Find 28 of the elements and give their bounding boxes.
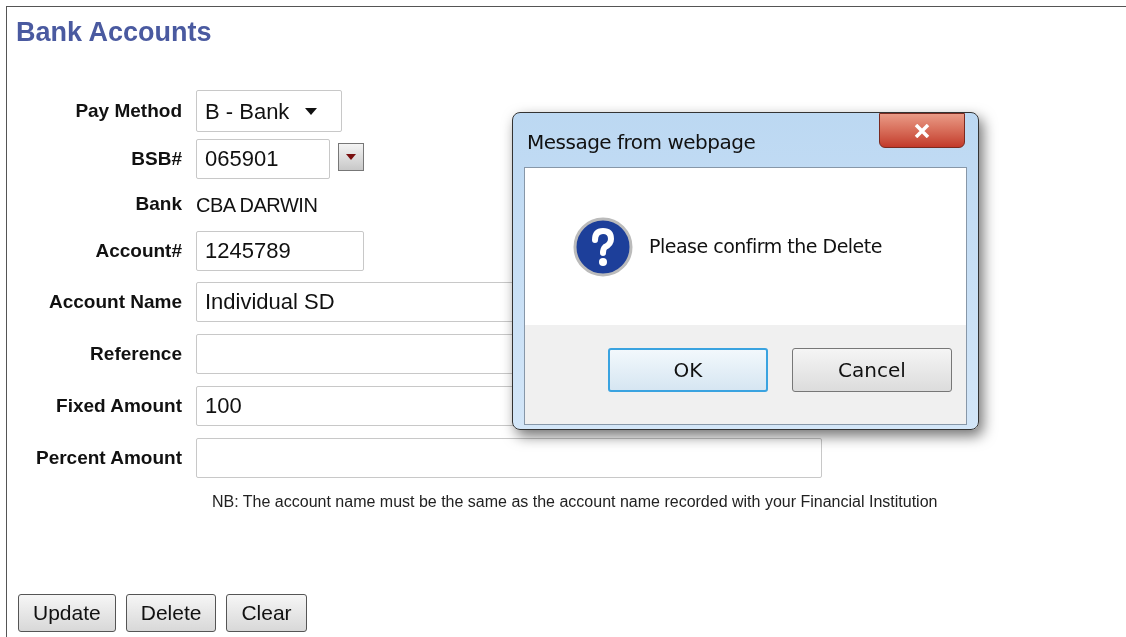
close-button[interactable]	[879, 113, 965, 148]
bank-name-text: CBA DARWIN	[196, 192, 318, 218]
page-title: Bank Accounts	[16, 16, 213, 49]
question-icon	[573, 216, 633, 277]
field-label: Reference	[89, 341, 183, 366]
bsb-field[interactable]: 065901	[196, 139, 330, 179]
caret-icon	[346, 154, 356, 160]
dialog-button[interactable]: Cancel	[792, 348, 952, 392]
form-button[interactable]: Delete	[125, 594, 217, 632]
dialog-title: Message from webpage	[527, 129, 756, 156]
field-label: Pay Method	[74, 98, 183, 123]
close-icon	[914, 123, 930, 138]
pay-method-dropdown[interactable]: B - Bank	[196, 90, 342, 132]
caret-icon	[305, 107, 318, 115]
dialog-button[interactable]: OK	[608, 348, 768, 392]
field-label: Account#	[94, 238, 183, 263]
field-label: Bank	[134, 192, 183, 217]
field-label: Account Name	[47, 289, 183, 314]
field-label: BSB#	[130, 146, 183, 171]
lookup-button[interactable]	[338, 143, 364, 171]
form-button[interactable]: Clear	[226, 594, 307, 632]
note-text: NB: The account name must be the same as the account name recorded with your Financial Institution	[212, 493, 939, 511]
input-field[interactable]	[196, 438, 822, 478]
dialog-message: Please confirm the Delete	[649, 234, 882, 260]
field-label: Percent Amount	[34, 445, 183, 470]
input-field[interactable]: 1245789	[196, 231, 364, 271]
field-label: Fixed Amount	[55, 393, 183, 418]
form-button[interactable]: Update	[18, 594, 116, 632]
